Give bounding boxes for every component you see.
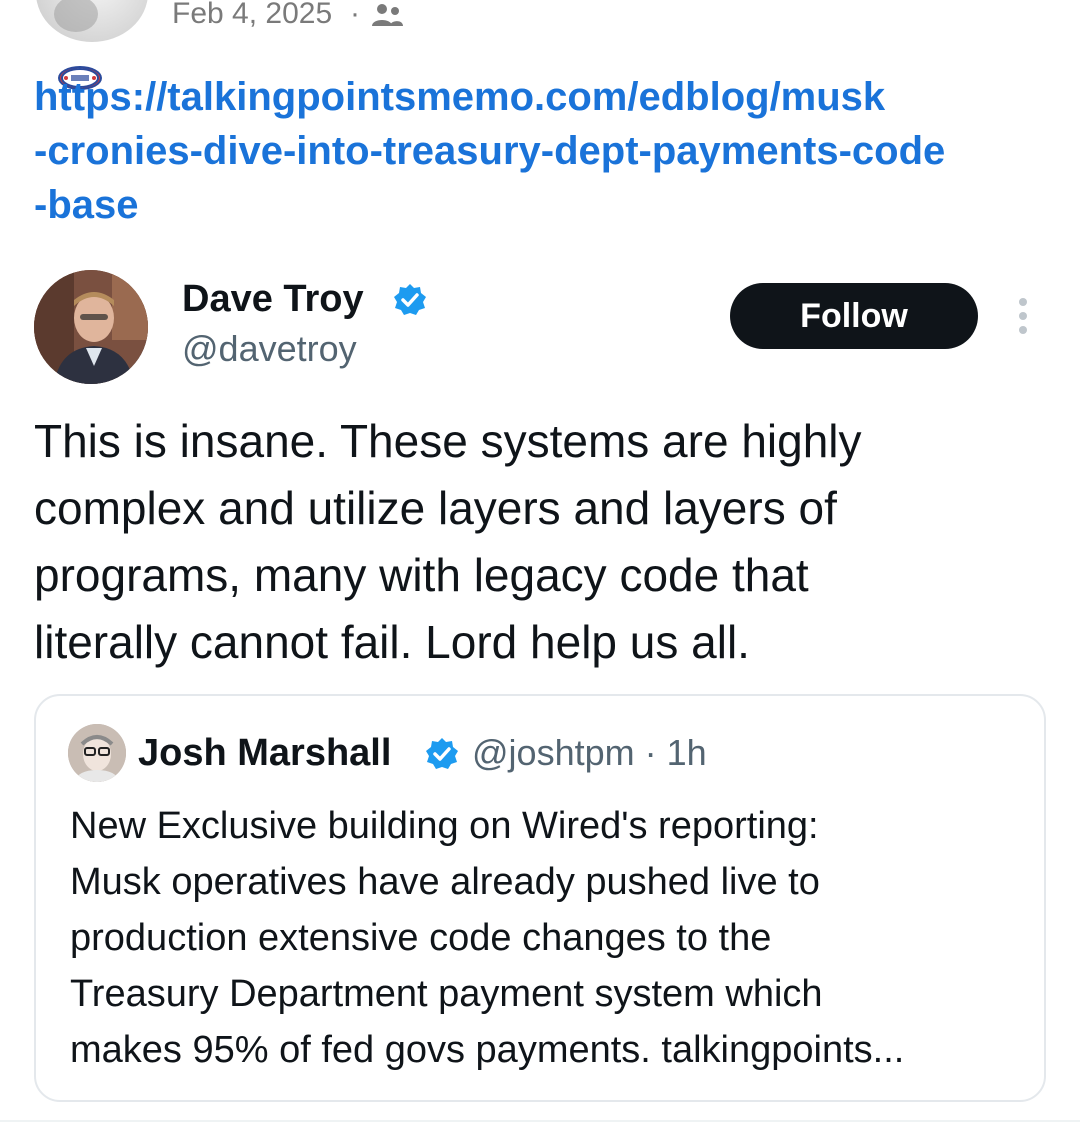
article-link[interactable]: https://talkingpointsmemo.com/edblog/mus… <box>34 70 1044 232</box>
quote-text-line: makes 95% of fed govs payments. talkingp… <box>70 1029 905 1071</box>
link-line: -cronies-dive-into-treasury-dept-payment… <box>34 129 946 173</box>
verified-badge-icon <box>426 738 458 769</box>
divider <box>0 1120 1080 1122</box>
tweet-author-name[interactable]: Dave Troy <box>182 276 364 322</box>
post-header: Feb 4, 2025 · <box>0 0 1080 90</box>
poster-avatar[interactable] <box>36 0 148 42</box>
post-date: Feb 4, 2025 <box>172 0 333 30</box>
quote-text-line: production extensive code changes to the <box>70 917 772 959</box>
quote-text-line: New Exclusive building on Wired's report… <box>70 805 819 847</box>
date-separator: · <box>350 0 360 30</box>
post-view: Feb 4, 2025 · https://talkingpointsmemo.… <box>0 0 1080 1142</box>
more-vertical-icon[interactable] <box>1014 296 1032 336</box>
tweet-text-line: programs, many with legacy code that <box>34 549 809 601</box>
quote-text-line: Musk operatives have already pushed live… <box>70 861 820 903</box>
link-line: https://talkingpointsmemo.com/edblog/mus… <box>34 75 886 119</box>
quote-author-name: Josh Marshall <box>138 732 392 774</box>
tweet-text-line: literally cannot fail. Lord help us all. <box>34 616 750 668</box>
tweet-text: This is insane. These systems are highly… <box>34 408 1044 676</box>
tweet-author-handle[interactable]: @davetroy <box>182 326 357 372</box>
people-icon <box>372 4 403 26</box>
quote-text-line: Treasury Department payment system which <box>70 973 823 1015</box>
tweet-text-line: complex and utilize layers and layers of <box>34 482 837 534</box>
quote-handle-time: @joshtpm · 1h <box>472 732 707 773</box>
quote-author-avatar <box>68 724 126 782</box>
link-line: -base <box>34 183 139 227</box>
follow-button[interactable]: Follow <box>730 283 978 349</box>
tweet-text-line: This is insane. These systems are highly <box>34 415 862 467</box>
tweet-author-avatar[interactable] <box>34 270 148 384</box>
quoted-tweet-card[interactable]: Josh Marshall @joshtpm · 1h New Exclusiv… <box>34 694 1046 1102</box>
quote-text: New Exclusive building on Wired's report… <box>70 798 1030 1078</box>
verified-badge-icon <box>394 284 426 315</box>
